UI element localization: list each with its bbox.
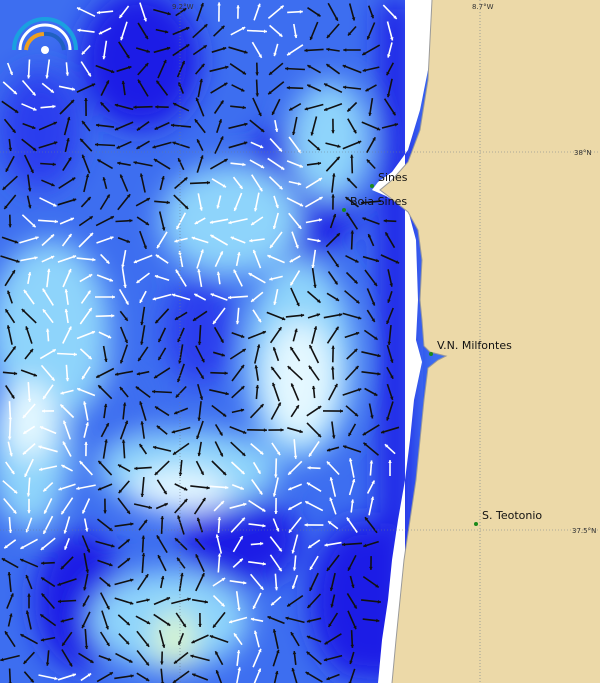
current-arrow-shaft [94,143,116,147]
place-dot-boia-sines [342,208,346,212]
place-label-s-teotonio: S. Teotonio [482,509,542,522]
lon-label: 8.7°W [472,3,494,11]
lat-label: 37.5°N [572,527,596,535]
place-dot-sines [370,184,374,188]
place-label-vn-milfontes: V.N. Milfontes [437,339,512,352]
lat-label: 38°N [574,149,592,157]
map-canvas: 9.2°W 8.7°W 38°N 37.5°N Sines Boia Sines… [0,0,600,683]
current-map[interactable]: 9.2°W 8.7°W 38°N 37.5°N Sines Boia Sines… [0,0,600,683]
place-dot-vn-milfontes [429,352,433,356]
place-label-sines: Sines [378,171,408,184]
lon-label: 9.2°W [172,3,194,11]
current-arrow-shaft [8,668,12,683]
current-arrow-shaft [189,181,211,185]
place-label-boia-sines: Boia Sines [350,195,407,208]
place-dot-s-teotonio [474,522,478,526]
